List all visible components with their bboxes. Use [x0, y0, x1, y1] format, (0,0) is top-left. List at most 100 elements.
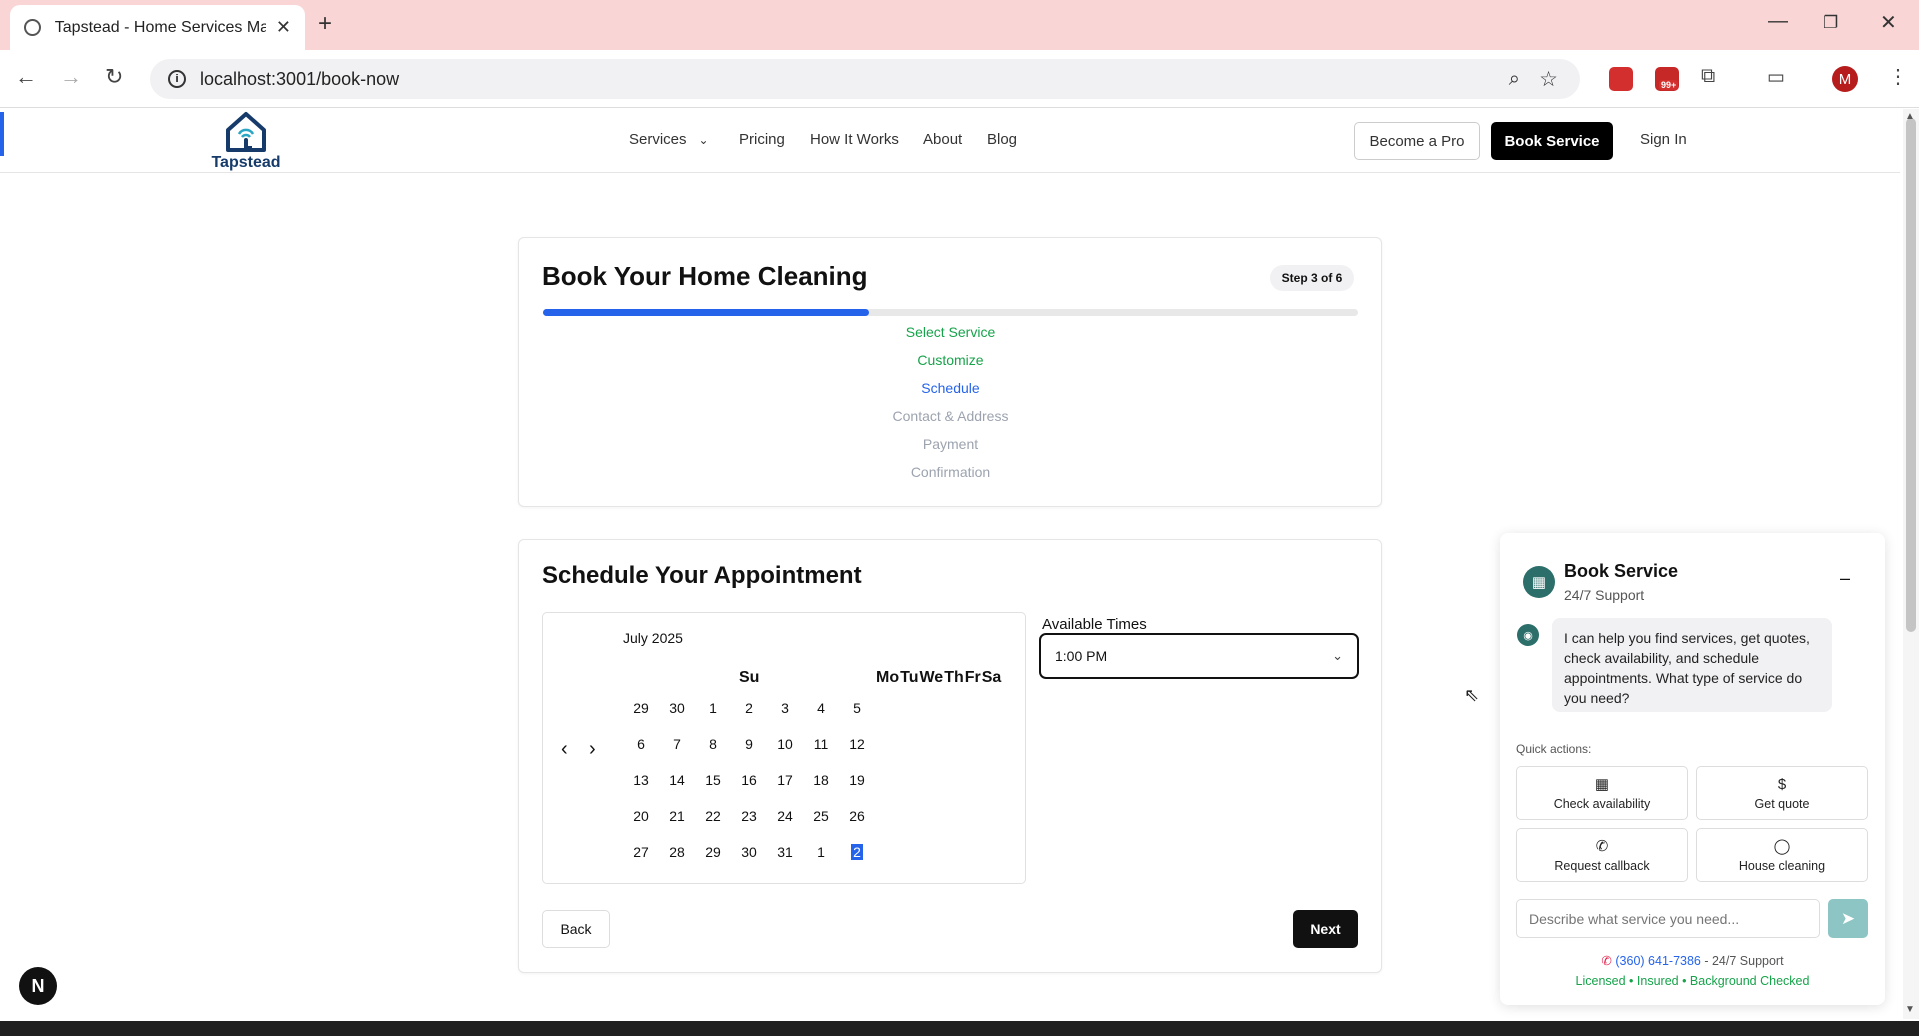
calendar-day[interactable]: 30: [734, 844, 764, 860]
profile-avatar[interactable]: M: [1832, 66, 1858, 92]
calendar-day[interactable]: 4: [806, 700, 836, 716]
extensions-puzzle-icon[interactable]: ⧉: [1701, 65, 1715, 88]
get-quote-button[interactable]: $ Get quote: [1696, 766, 1868, 820]
browser-menu-icon[interactable]: ⋮: [1888, 64, 1908, 89]
site-info-icon[interactable]: i: [168, 70, 186, 88]
chat-input[interactable]: [1516, 899, 1820, 938]
extension-badge-icon[interactable]: 99+: [1655, 67, 1679, 91]
quick-action-label: Check availability: [1553, 797, 1651, 811]
calendar-day[interactable]: 12: [842, 736, 872, 752]
weekday-headers: Mo Tu We Th Fr Sa: [876, 669, 1001, 687]
reload-icon[interactable]: ↻: [105, 64, 123, 90]
house-cleaning-button[interactable]: ◯ House cleaning: [1696, 828, 1868, 882]
calendar-day[interactable]: 3: [770, 700, 800, 716]
nav-how-it-works[interactable]: How It Works: [810, 131, 899, 148]
weekday-header: Su: [739, 669, 760, 686]
calendar-icon: ▦: [1594, 776, 1610, 793]
calendar-day[interactable]: 16: [734, 772, 764, 788]
calendar-day[interactable]: 18: [806, 772, 836, 788]
calendar-day[interactable]: 1: [698, 700, 728, 716]
weekday-header: Th: [944, 669, 964, 686]
calendar-day[interactable]: 8: [698, 736, 728, 752]
phone-icon: ✆: [1601, 954, 1612, 968]
chevron-left-icon[interactable]: ‹: [561, 738, 568, 761]
calendar-day[interactable]: 19: [842, 772, 872, 788]
quick-action-label: House cleaning: [1738, 859, 1826, 873]
time-select[interactable]: 1:00 PM ⌄: [1039, 633, 1359, 679]
tab-search-icon[interactable]: ▭: [1767, 66, 1785, 89]
calendar-day[interactable]: 29: [698, 844, 728, 860]
calendar-day[interactable]: 6: [626, 736, 656, 752]
minimize-window-button[interactable]: —: [1768, 10, 1788, 33]
support-phone-link[interactable]: (360) 641-7386: [1615, 954, 1700, 968]
address-bar[interactable]: i localhost:3001/book-now ⌕ ☆: [150, 59, 1580, 99]
tab-favicon-icon: [24, 19, 41, 36]
calendar-day[interactable]: 14: [662, 772, 692, 788]
check-availability-button[interactable]: ▦ Check availability: [1516, 766, 1688, 820]
calendar-day[interactable]: 7: [662, 736, 692, 752]
dev-tools-badge[interactable]: N: [19, 967, 57, 1005]
chevron-down-icon: ⌄: [698, 133, 709, 147]
book-service-button[interactable]: Book Service: [1491, 122, 1613, 160]
nav-blog[interactable]: Blog: [987, 131, 1017, 148]
calendar-day[interactable]: 23: [734, 808, 764, 824]
support-phone-line: ✆ (360) 641-7386 - 24/7 Support: [1500, 953, 1885, 968]
close-window-button[interactable]: ✕: [1880, 10, 1897, 35]
calendar-day[interactable]: 30: [662, 700, 692, 716]
nav-pricing[interactable]: Pricing: [739, 131, 785, 148]
calendar-day[interactable]: 2: [734, 700, 764, 716]
calendar-day[interactable]: 1: [806, 844, 836, 860]
close-tab-icon[interactable]: ✕: [276, 17, 291, 38]
back-button[interactable]: Back: [542, 910, 610, 948]
progress-fill: [543, 309, 869, 316]
calendar-day[interactable]: 22: [698, 808, 728, 824]
back-arrow-icon[interactable]: ←: [15, 64, 37, 90]
chat-subtitle: 24/7 Support: [1564, 587, 1645, 603]
calendar-day[interactable]: 21: [662, 808, 692, 824]
calendar-day[interactable]: 5: [842, 700, 872, 716]
nav-services[interactable]: Services ⌄: [629, 131, 709, 148]
extension-icon[interactable]: [1609, 67, 1633, 91]
zoom-icon[interactable]: ⌕: [1509, 68, 1520, 91]
calendar-day[interactable]: 31: [770, 844, 800, 860]
sign-in-link[interactable]: Sign In: [1640, 131, 1687, 148]
send-icon[interactable]: ➤: [1828, 899, 1868, 938]
new-tab-button[interactable]: +: [318, 10, 332, 38]
restore-window-button[interactable]: ❐: [1823, 13, 1838, 33]
calendar-day[interactable]: 26: [842, 808, 872, 824]
bookmark-star-icon[interactable]: ☆: [1539, 67, 1558, 92]
become-pro-button[interactable]: Become a Pro: [1354, 122, 1480, 160]
minimize-chat-button[interactable]: –: [1840, 568, 1850, 589]
calendar-day[interactable]: 17: [770, 772, 800, 788]
calendar-day[interactable]: 20: [626, 808, 656, 824]
calendar-day[interactable]: 28: [662, 844, 692, 860]
calendar-day[interactable]: 27: [626, 844, 656, 860]
nav-about[interactable]: About: [923, 131, 962, 148]
calendar-day[interactable]: 10: [770, 736, 800, 752]
scrollbar-thumb[interactable]: [1906, 118, 1916, 632]
chevron-right-icon[interactable]: ›: [589, 738, 596, 761]
chat-title: Book Service: [1564, 561, 1679, 581]
bot-avatar-icon: ◉: [1517, 624, 1539, 646]
next-button[interactable]: Next: [1293, 910, 1358, 948]
browser-tab[interactable]: Tapstead - Home Services Made ✕: [10, 5, 305, 50]
extension-badge-count: 99+: [1659, 80, 1679, 90]
chevron-down-icon: ⌄: [1332, 648, 1343, 663]
step-label: Select Service: [905, 324, 996, 340]
calendar-day[interactable]: 25: [806, 808, 836, 824]
quick-action-label: Get quote: [1754, 796, 1810, 811]
calendar-day[interactable]: 24: [770, 808, 800, 824]
focus-indicator: [0, 112, 4, 156]
calendar-day[interactable]: 9: [734, 736, 764, 752]
calendar-day-selected[interactable]: 2: [851, 844, 863, 860]
tapstead-logo[interactable]: Tapstead: [208, 110, 284, 172]
weekday-header: Tu: [900, 669, 919, 686]
scroll-up-icon[interactable]: ▲: [1905, 111, 1915, 122]
request-callback-button[interactable]: ✆ Request callback: [1516, 828, 1688, 882]
forward-arrow-icon[interactable]: →: [60, 64, 82, 90]
calendar-day[interactable]: 11: [806, 736, 836, 752]
calendar-day[interactable]: 29: [626, 700, 656, 716]
scroll-down-icon[interactable]: ▼: [1905, 1004, 1915, 1015]
calendar-day[interactable]: 13: [626, 772, 656, 788]
calendar-day[interactable]: 15: [698, 772, 728, 788]
